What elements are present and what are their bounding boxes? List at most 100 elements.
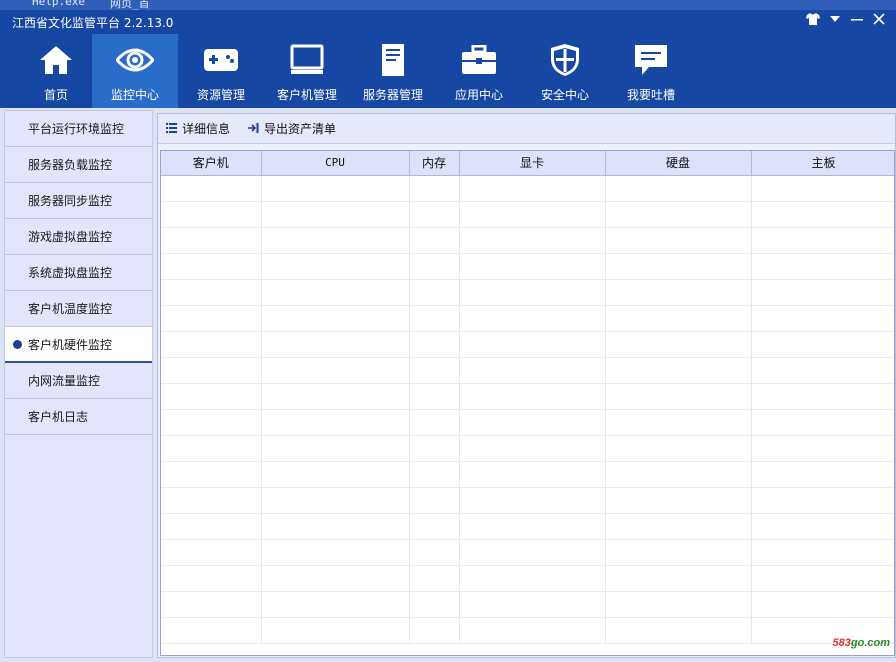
table-row[interactable] (161, 435, 894, 462)
table-cell (751, 383, 894, 410)
table-row[interactable] (161, 487, 894, 514)
table-cell (409, 279, 460, 306)
table-cell (409, 487, 460, 514)
sidebar-item-client-hardware[interactable]: 客户机硬件监控 (5, 327, 152, 363)
table-row[interactable] (161, 227, 894, 254)
table-row[interactable] (161, 331, 894, 358)
table-cell (161, 539, 262, 566)
table-cell (261, 305, 410, 332)
table-cell (161, 565, 262, 592)
nav-label: 客户机管理 (276, 88, 337, 102)
nav-resource-management[interactable]: 资源管理 (178, 34, 264, 108)
sidebar-item-label: 游戏虚拟盘监控 (28, 230, 113, 244)
sidebar-item-client-log[interactable]: 客户机日志 (5, 399, 152, 435)
column-header-client[interactable]: 客户机 (161, 151, 262, 176)
nav-monitor-center[interactable]: 监控中心 (92, 34, 178, 108)
table-cell (161, 435, 262, 462)
table-cell (261, 461, 410, 488)
sidebar-item-platform-env[interactable]: 平台运行环境监控 (5, 111, 152, 147)
export-asset-list-button[interactable]: 导出资产清单 (248, 120, 336, 137)
table-cell (261, 227, 410, 254)
table-row[interactable] (161, 539, 894, 566)
nav-feedback[interactable]: 我要吐槽 (608, 34, 694, 108)
dropdown-icon[interactable] (828, 13, 842, 29)
table-row[interactable] (161, 279, 894, 306)
nav-label: 监控中心 (110, 88, 159, 102)
monitor-icon (289, 42, 325, 78)
eye-icon (116, 42, 154, 78)
table-cell (459, 331, 606, 358)
column-header-disk[interactable]: 硬盘 (605, 151, 752, 176)
table-row[interactable] (161, 383, 894, 410)
table-cell (459, 539, 606, 566)
table-row[interactable] (161, 357, 894, 384)
column-header-gpu[interactable]: 显卡 (459, 151, 606, 176)
hardware-table[interactable]: 客户机 CPU 内存 显卡 硬盘 主板 583go.com (160, 150, 895, 656)
table-row[interactable] (161, 253, 894, 280)
sidebar-item-game-vdisk[interactable]: 游戏虚拟盘监控 (5, 219, 152, 255)
sidebar-item-client-temp[interactable]: 客户机温度监控 (5, 291, 152, 327)
table-cell (409, 357, 460, 384)
toolbar: 详细信息 导出资产清单 (158, 114, 895, 144)
sidebar-item-label: 系统虚拟盘监控 (28, 266, 113, 280)
column-header-memory[interactable]: 内存 (409, 151, 460, 176)
desktop-fragment: Help.exe (32, 0, 85, 8)
table-row[interactable] (161, 591, 894, 618)
table-cell (605, 305, 752, 332)
sidebar-item-label: 服务器负载监控 (28, 158, 113, 172)
table-cell (605, 383, 752, 410)
table-cell (751, 435, 894, 462)
sidebar-item-lan-traffic[interactable]: 内网流量监控 (5, 363, 152, 399)
nav-server-management[interactable]: 服务器管理 (350, 34, 436, 108)
table-cell (459, 227, 606, 254)
table-row[interactable] (161, 201, 894, 228)
table-cell (751, 201, 894, 228)
table-header-row: 客户机 CPU 内存 显卡 硬盘 主板 (161, 151, 894, 176)
table-cell (605, 461, 752, 488)
nav-security-center[interactable]: 安全中心 (522, 34, 608, 108)
column-header-cpu[interactable]: CPU (261, 151, 410, 176)
table-cell (261, 591, 410, 618)
table-cell (605, 435, 752, 462)
table-row[interactable] (161, 513, 894, 540)
nav-label: 安全中心 (540, 88, 589, 102)
table-row[interactable] (161, 565, 894, 592)
table-cell (751, 539, 894, 566)
table-cell (459, 513, 606, 540)
details-button[interactable]: 详细信息 (166, 120, 230, 137)
shirt-icon[interactable] (806, 13, 820, 29)
sidebar-item-label: 内网流量监控 (28, 374, 101, 388)
table-row[interactable] (161, 617, 894, 644)
minimize-icon[interactable] (850, 13, 864, 29)
table-row[interactable] (161, 409, 894, 436)
table-cell (409, 435, 460, 462)
table-cell (605, 331, 752, 358)
table-cell (161, 461, 262, 488)
sidebar-item-server-load[interactable]: 服务器负载监控 (5, 147, 152, 183)
nav-app-center[interactable]: 应用中心 (436, 34, 522, 108)
column-header-motherboard[interactable]: 主板 (751, 151, 894, 176)
nav-home[interactable]: 首页 (20, 34, 92, 108)
table-cell (751, 409, 894, 436)
table-row[interactable] (161, 461, 894, 488)
table-row[interactable] (161, 175, 894, 202)
table-cell (605, 513, 752, 540)
table-cell (459, 357, 606, 384)
sidebar-item-system-vdisk[interactable]: 系统虚拟盘监控 (5, 255, 152, 291)
table-row[interactable] (161, 305, 894, 332)
table-cell (605, 253, 752, 280)
table-cell (751, 565, 894, 592)
nav-client-management[interactable]: 客户机管理 (264, 34, 350, 108)
sidebar-item-server-sync[interactable]: 服务器同步监控 (5, 183, 152, 219)
table-cell (751, 305, 894, 332)
table-cell (261, 253, 410, 280)
table-cell (751, 279, 894, 306)
sidebar: 平台运行环境监控 服务器负载监控 服务器同步监控 游戏虚拟盘监控 系统虚拟盘监控… (4, 110, 153, 658)
table-cell (751, 357, 894, 384)
table-cell (751, 331, 894, 358)
table-cell (261, 565, 410, 592)
export-label: 导出资产清单 (264, 122, 337, 136)
close-icon[interactable] (872, 13, 886, 29)
table-cell (161, 175, 262, 202)
table-cell (459, 565, 606, 592)
